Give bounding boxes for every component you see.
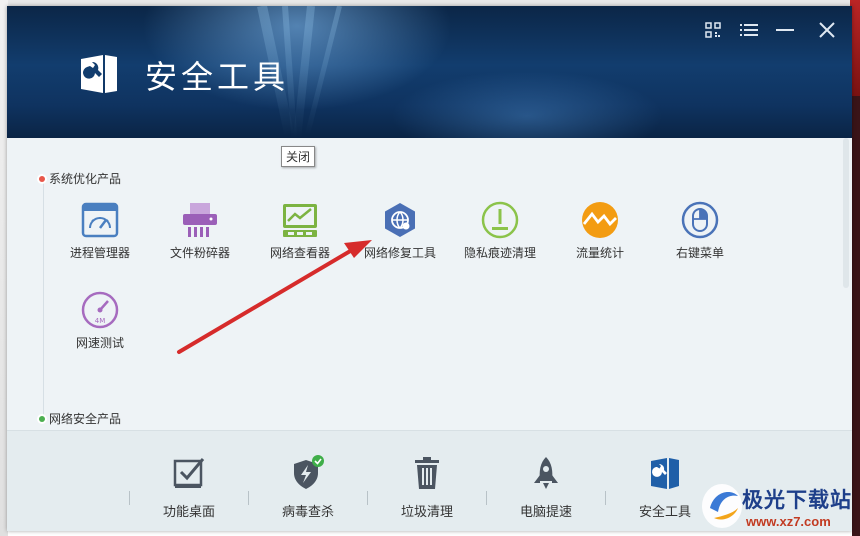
header-banner: 安全工具 (7, 6, 852, 138)
tool-label: 流量统计 (575, 246, 624, 260)
tool-label: 隐私痕迹清理 (463, 246, 536, 260)
nav-separator (367, 491, 368, 505)
section-dot (39, 415, 45, 422)
qrcode-button[interactable] (701, 18, 725, 42)
section-title: 系统优化产品 (49, 172, 122, 186)
close-icon (819, 22, 835, 38)
rocket-icon (534, 457, 558, 489)
app-title: 安全工具 (145, 59, 290, 95)
tool-speed-test[interactable]: 4M 网速测试 (54, 290, 146, 351)
watermark-url: www.xz7.com (746, 514, 831, 529)
security-tools-icon (651, 458, 679, 489)
nav-speedup[interactable]: 电脑提速 (488, 455, 604, 520)
process-manager-icon (81, 202, 119, 238)
section-dot (39, 175, 45, 182)
menu-button[interactable] (737, 18, 761, 42)
section-timeline (43, 174, 44, 420)
file-shredder-icon (183, 203, 217, 237)
right-click-menu-icon (681, 201, 719, 239)
privacy-cleaner-icon (481, 201, 519, 239)
nav-virus-scan[interactable]: 病毒查杀 (250, 455, 366, 520)
tools-panel: 系统优化产品 进程管理器 文件粉碎器 网络查看器 网络修复工具 隐私痕迹清理 流… (7, 138, 852, 430)
qrcode-icon (705, 22, 721, 38)
watermark-text: 极光下载站 (742, 489, 852, 512)
nav-label: 电脑提速 (519, 504, 572, 519)
speed-test-icon: 4M (81, 291, 119, 329)
network-repair-icon (385, 203, 415, 237)
traffic-stats-icon (582, 202, 618, 238)
svg-text:4M: 4M (95, 317, 106, 325)
tool-label: 进程管理器 (69, 246, 130, 260)
nav-desktop[interactable]: 功能桌面 (131, 455, 247, 520)
section-header-system: 系统优化产品 (37, 170, 122, 187)
nav-label: 病毒查杀 (281, 504, 334, 519)
nav-trash-clean[interactable]: 垃圾清理 (369, 455, 485, 520)
tool-network-monitor[interactable]: 网络查看器 (254, 200, 346, 261)
tool-traffic-stats[interactable]: 流量统计 (554, 200, 646, 261)
tool-right-click-menu[interactable]: 右键菜单 (654, 200, 746, 261)
nav-separator (486, 491, 487, 505)
app-window: 安全工具 系统优化产品 进程管理器 文件粉碎器 网络查看器 网络修复工具 隐私痕… (7, 6, 852, 531)
nav-separator (129, 491, 130, 505)
tool-network-repair[interactable]: 网络修复工具 (354, 200, 446, 261)
trash-icon (415, 457, 439, 489)
nav-label: 功能桌面 (162, 504, 215, 519)
scrollbar[interactable] (843, 138, 849, 288)
nav-label: 垃圾清理 (400, 504, 453, 519)
section-header-network: 网络安全产品 (37, 410, 122, 427)
tool-process-manager[interactable]: 进程管理器 (54, 200, 146, 261)
desktop-check-icon (173, 458, 205, 488)
tool-label: 网络查看器 (269, 246, 330, 260)
tool-label: 网速测试 (75, 336, 124, 350)
app-logo-icon (81, 55, 117, 93)
network-monitor-icon (283, 204, 317, 237)
tool-label: 右键菜单 (675, 246, 724, 260)
tool-label: 文件粉碎器 (169, 246, 230, 260)
virus-scan-icon (294, 455, 324, 489)
minimize-icon (776, 29, 794, 31)
tooltip: 关闭 (281, 146, 316, 167)
menu-icon (740, 24, 758, 36)
minimize-button[interactable] (773, 18, 797, 42)
nav-separator (248, 491, 249, 505)
tool-privacy-cleaner[interactable]: 隐私痕迹清理 (454, 200, 546, 261)
tool-file-shredder[interactable]: 文件粉碎器 (154, 200, 246, 261)
section-title: 网络安全产品 (49, 412, 122, 426)
tool-label: 网络修复工具 (363, 246, 436, 260)
close-button[interactable] (815, 18, 839, 42)
nav-separator (605, 491, 606, 505)
